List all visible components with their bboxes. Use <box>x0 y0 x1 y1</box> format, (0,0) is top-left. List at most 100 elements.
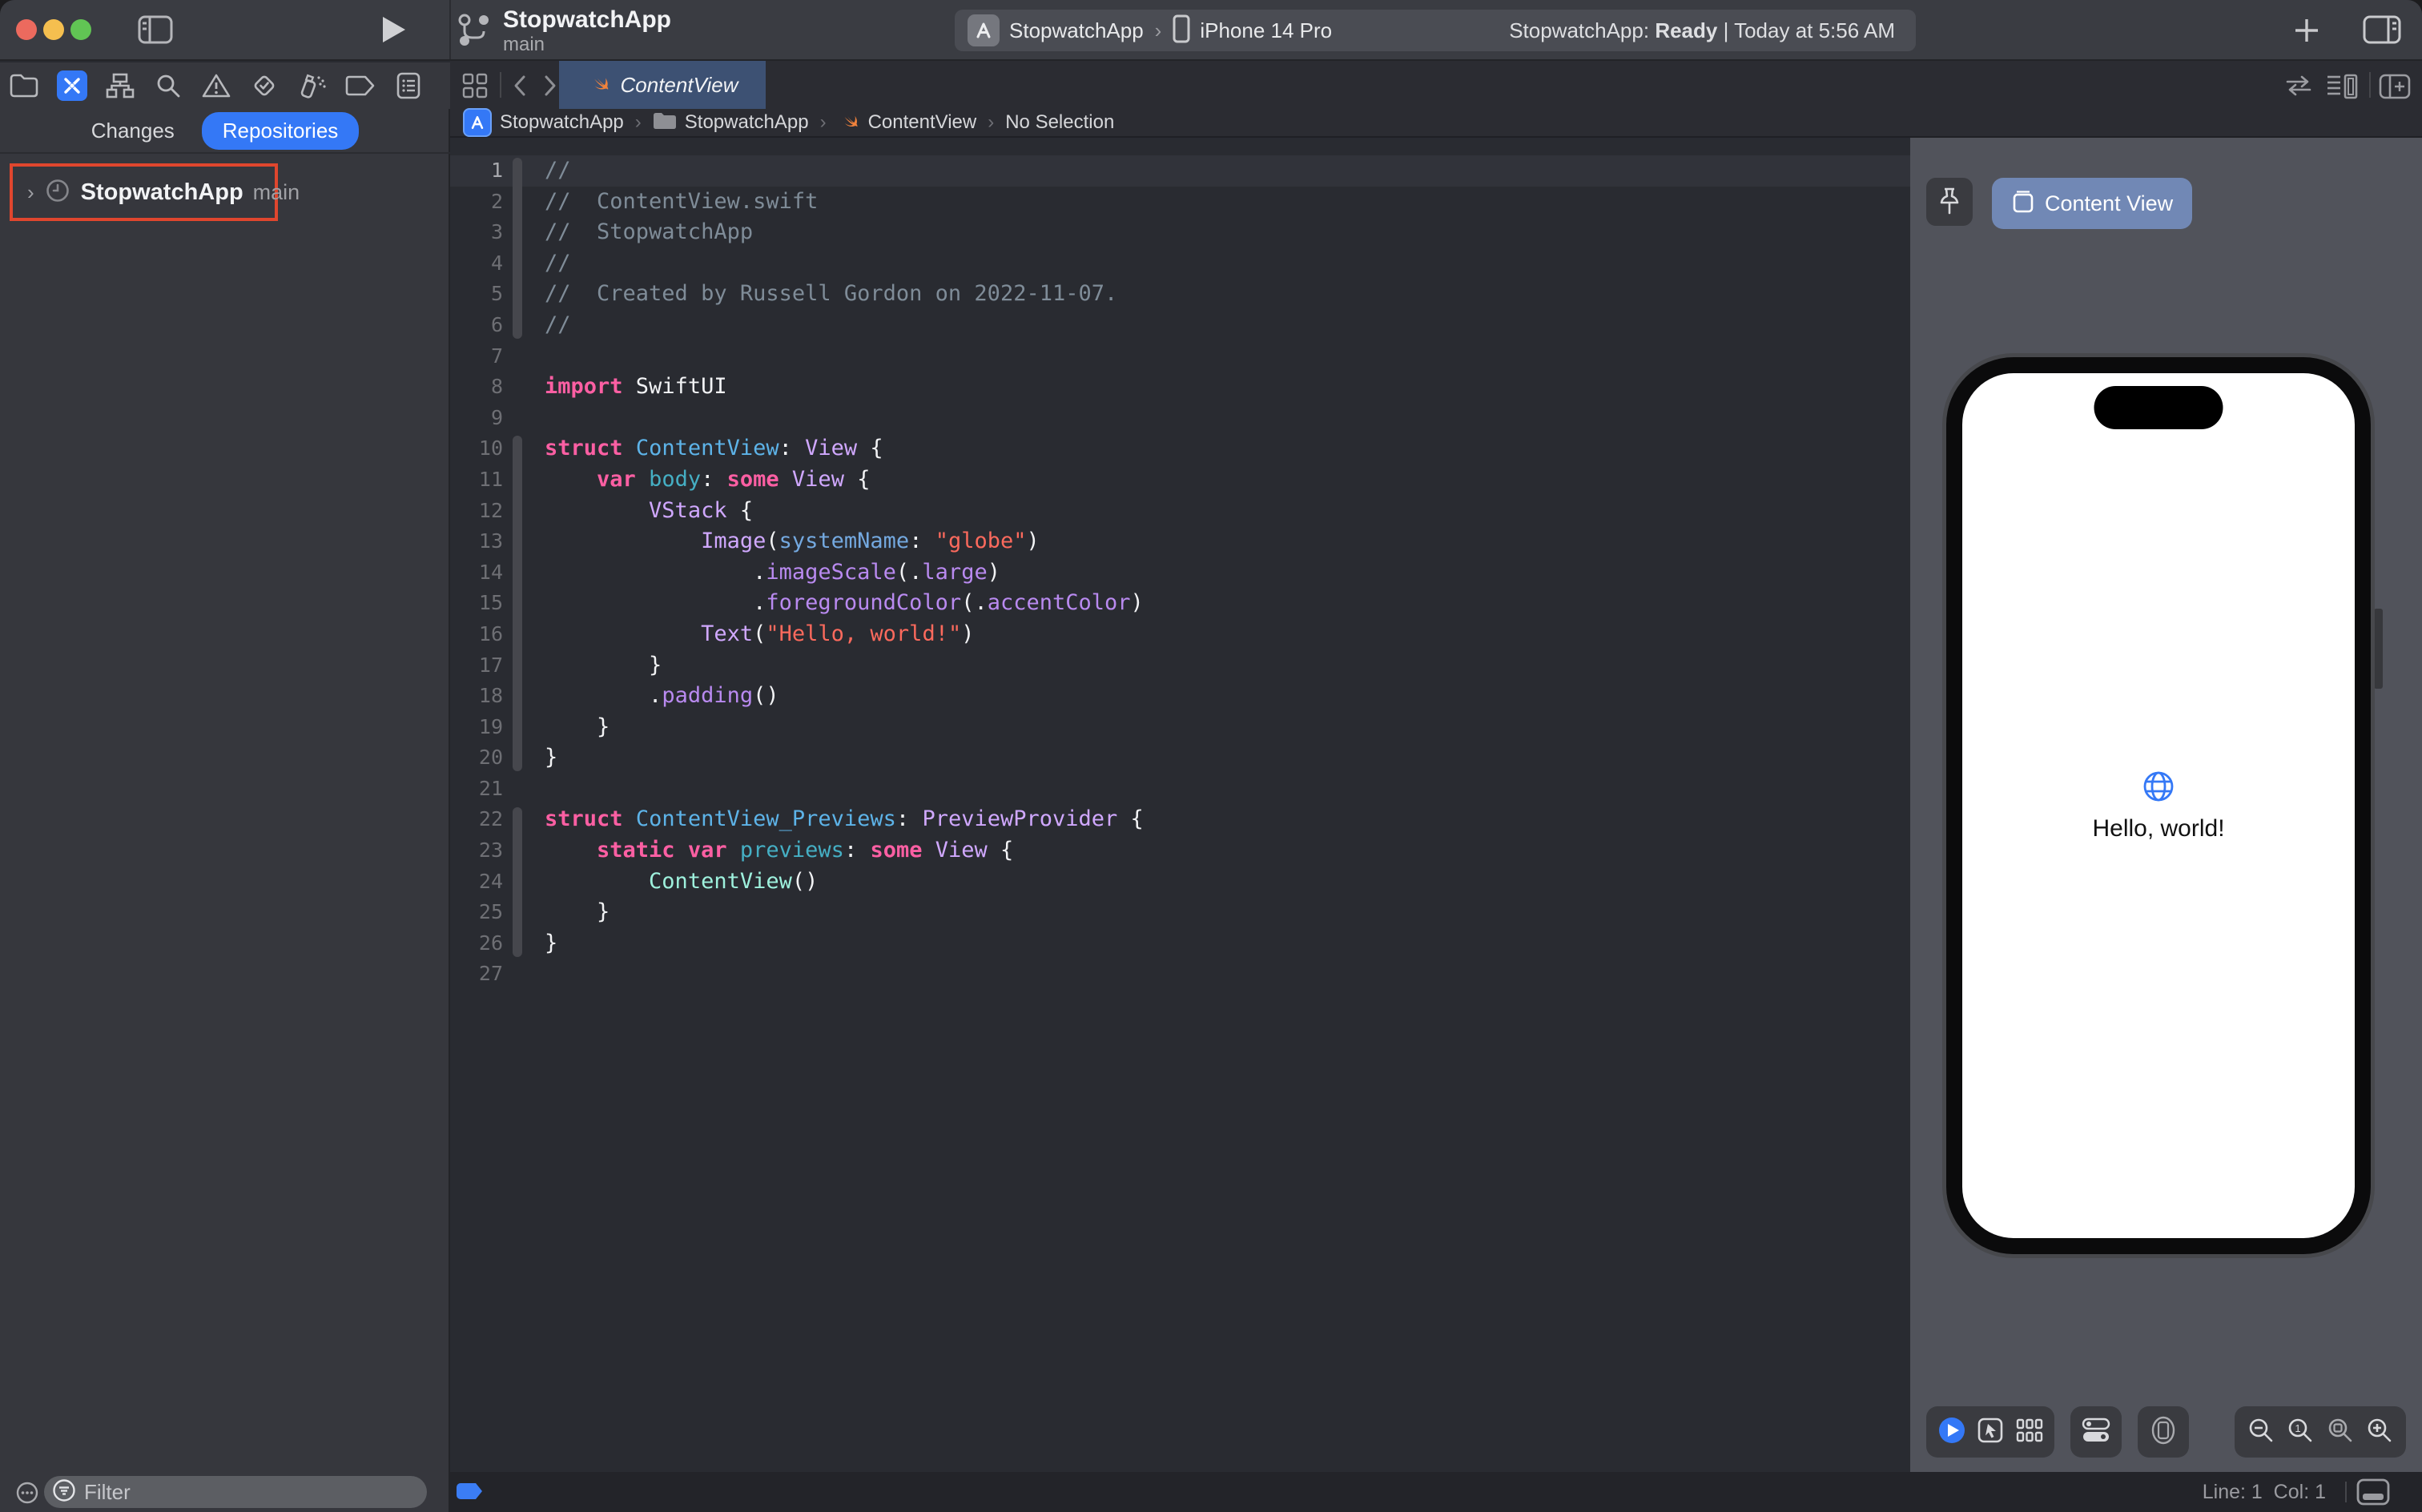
tab-contentview[interactable]: ContentView <box>559 61 766 109</box>
line-number: 25 <box>478 900 503 924</box>
toggle-navigator-icon[interactable] <box>138 14 173 45</box>
zoom-out-icon[interactable] <box>2247 1417 2275 1448</box>
zoom-in-icon[interactable] <box>2366 1417 2393 1448</box>
variants-button[interactable] <box>2015 1417 2044 1448</box>
breakpoint-navigator-tab[interactable] <box>336 66 384 106</box>
editor-bottom-bar: Line: 1 Col: 1 <box>450 1472 2422 1512</box>
breadcrumb-group[interactable]: StopwatchApp <box>685 111 809 134</box>
content-view-preview-button[interactable]: Content View <box>1992 178 2193 229</box>
bottom-panel-icon[interactable] <box>2356 1478 2390 1510</box>
code-line-14[interactable]: 14 .imageScale(.large) <box>450 557 1910 589</box>
code-line-21[interactable]: 21 <box>450 774 1910 805</box>
code-line-11[interactable]: 11 var body: some View { <box>450 464 1910 496</box>
code-line-5[interactable]: 5// Created by Russell Gordon on 2022-11… <box>450 279 1910 310</box>
code-line-18[interactable]: 18 .padding() <box>450 681 1910 712</box>
code-line-8[interactable]: 8 import SwiftUI <box>450 372 1910 403</box>
swift-file-icon <box>587 71 611 99</box>
source-control-navigator-tab[interactable] <box>48 66 96 106</box>
back-icon[interactable] <box>509 74 530 98</box>
svg-text:1: 1 <box>2295 1422 2301 1434</box>
code-line-4[interactable]: 4// <box>450 248 1910 279</box>
tabbar-divider <box>500 72 501 98</box>
line-col-indicator[interactable]: Line: 1 Col: 1 <box>2203 1481 2326 1504</box>
add-editor-plus-icon[interactable] <box>2292 16 2321 45</box>
find-navigator-tab[interactable] <box>144 66 192 106</box>
zoom-fit-icon[interactable] <box>2327 1417 2354 1448</box>
breadcrumb-project[interactable]: StopwatchApp <box>500 111 624 134</box>
code-line-27[interactable]: 27 <box>450 959 1910 990</box>
issue-navigator-tab[interactable] <box>192 66 240 106</box>
code-line-22[interactable]: 22 struct ContentView_Previews: PreviewPr… <box>450 804 1910 835</box>
source-editor[interactable]: 1//2// ContentView.swift 3// StopwatchApp… <box>450 138 1910 1472</box>
code-line-7[interactable]: 7 <box>450 341 1910 372</box>
code-line-24[interactable]: 24 ContentView() <box>450 867 1910 898</box>
code-line-16[interactable]: 16 Text("Hello, world!") <box>450 619 1910 650</box>
activity-status[interactable]: StopwatchApp: Ready | Today at 5:56 AM <box>1509 10 1895 51</box>
device-settings-button[interactable] <box>2081 1416 2111 1449</box>
code-line-17[interactable]: 17 } <box>450 650 1910 682</box>
zoom-button[interactable] <box>70 19 91 40</box>
code-line-15[interactable]: 15 .foregroundColor(.accentColor) <box>450 588 1910 619</box>
zoom-100-icon[interactable]: 1 <box>2287 1417 2314 1448</box>
breakpoint-tag-icon[interactable] <box>457 1483 482 1499</box>
filter-input[interactable]: Filter <box>44 1476 427 1508</box>
branch-icon <box>457 9 492 54</box>
breadcrumb-chevron: › <box>634 111 642 133</box>
toolbar: StopwatchApp main StopwatchApp › iPhone … <box>0 0 2422 61</box>
add-editor-split-icon[interactable] <box>2379 74 2411 99</box>
filter-placeholder: Filter <box>84 1479 131 1504</box>
editor-options-icon[interactable] <box>2326 74 2358 99</box>
code-line-13[interactable]: 13 Image(systemName: "globe") <box>450 526 1910 557</box>
dynamic-island <box>2094 386 2223 429</box>
iphone-screen[interactable]: Hello, world! <box>1962 373 2355 1238</box>
disclosure-chevron-icon[interactable]: › <box>27 180 34 205</box>
project-navigator-tab[interactable] <box>0 66 48 106</box>
minimize-button[interactable] <box>43 19 64 40</box>
code-line-10[interactable]: 10 struct ContentView: View { <box>450 433 1910 464</box>
run-button[interactable] <box>380 14 407 45</box>
toolbar-divider <box>449 0 451 61</box>
close-button[interactable] <box>16 19 37 40</box>
scheme-chevron: › <box>1154 18 1162 42</box>
line-number: 26 <box>478 931 503 955</box>
repo-name: StopwatchApp <box>80 179 243 205</box>
code-line-12[interactable]: 12 VStack { <box>450 496 1910 527</box>
code-line-23[interactable]: 23 static var previews: some View { <box>450 835 1910 867</box>
toggle-inspector-icon[interactable] <box>2363 14 2401 45</box>
debug-navigator-tab[interactable] <box>288 66 336 106</box>
repository-row-annotated[interactable]: › StopwatchApp main <box>10 163 300 221</box>
code-line-9[interactable]: 9 <box>450 403 1910 434</box>
code-line-1[interactable]: 1// <box>450 155 1910 187</box>
selectable-mode-button[interactable] <box>1977 1417 2004 1448</box>
preview-device-group <box>2138 1406 2189 1458</box>
symbol-navigator-tab[interactable] <box>96 66 144 106</box>
test-navigator-tab[interactable] <box>240 66 288 106</box>
run-destination[interactable]: iPhone 14 Pro <box>1200 18 1332 43</box>
code-line-2[interactable]: 2// ContentView.swift <box>450 187 1910 218</box>
source-control-selected-icon <box>57 70 87 101</box>
pin-preview-button[interactable] <box>1926 178 1973 226</box>
forward-icon[interactable] <box>540 74 561 98</box>
view-icon <box>2011 188 2035 219</box>
code-line-3[interactable]: 3// StopwatchApp <box>450 217 1910 248</box>
live-preview-button[interactable] <box>1937 1416 1966 1449</box>
line-number: 18 <box>478 684 503 708</box>
code-line-25[interactable]: 25 } <box>450 897 1910 928</box>
scheme-selector[interactable]: StopwatchApp › iPhone 14 Pro <box>955 14 1332 47</box>
related-items-icon[interactable] <box>461 72 489 99</box>
breadcrumb-selection[interactable]: No Selection <box>1005 111 1114 134</box>
report-navigator-tab[interactable] <box>384 66 432 106</box>
line-number: 7 <box>490 344 503 368</box>
tab-repositories[interactable]: Repositories <box>201 111 360 150</box>
project-app-icon[interactable] <box>463 108 492 137</box>
breadcrumb-file[interactable]: ContentView <box>868 111 977 134</box>
code-review-icon[interactable] <box>2284 75 2313 96</box>
code-line-26[interactable]: 26} <box>450 928 1910 959</box>
preview-on-device-button[interactable] <box>2150 1415 2177 1450</box>
code-line-19[interactable]: 19 } <box>450 712 1910 743</box>
code-line-6[interactable]: 6// <box>450 310 1910 341</box>
folder-icon <box>653 111 677 135</box>
tab-changes[interactable]: Changes <box>91 119 175 143</box>
code-line-20[interactable]: 20} <box>450 742 1910 774</box>
ellipsis-circle-icon[interactable] <box>16 1482 38 1508</box>
